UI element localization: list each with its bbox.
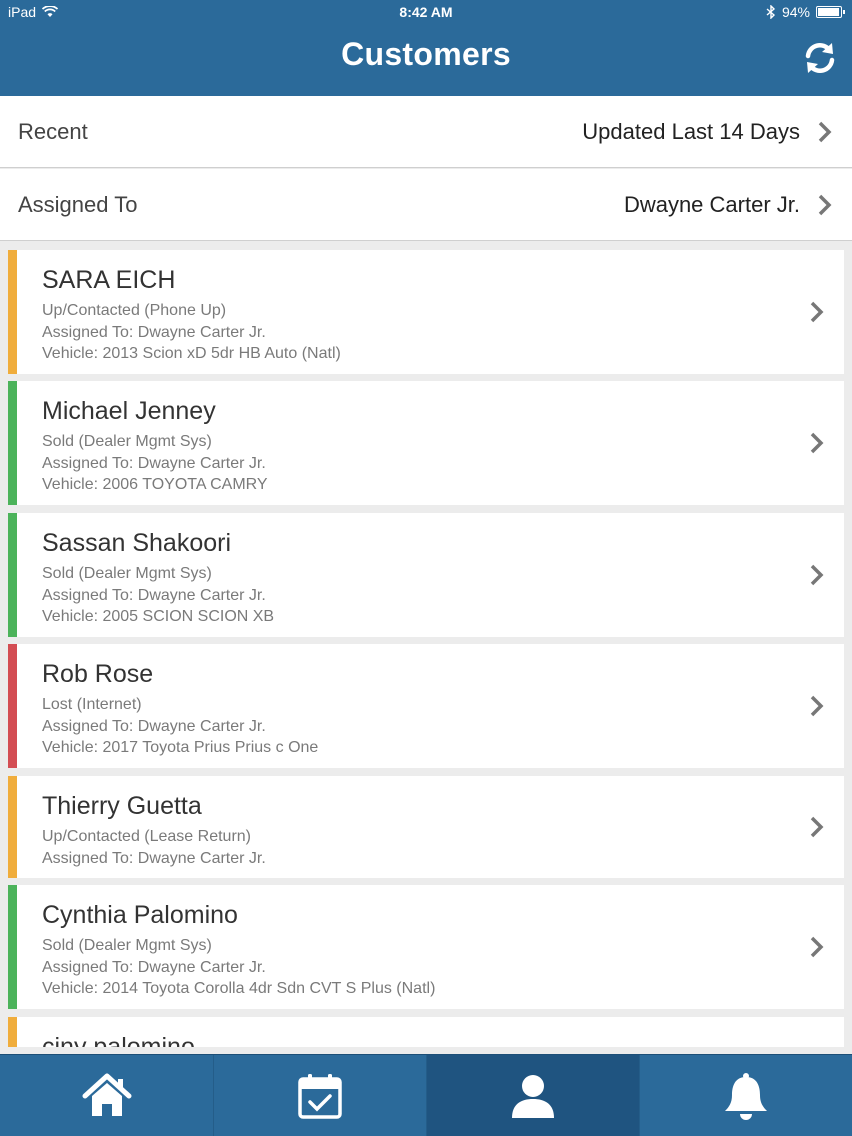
chevron-right-icon [818, 194, 832, 215]
customer-name: Rob Rose [42, 660, 154, 688]
filter-recent[interactable]: Recent Updated Last 14 Days [0, 96, 852, 168]
customer-assigned: Assigned To: Dwayne Carter Jr. [42, 718, 266, 735]
customer-card[interactable]: Michael Jenney Sold (Dealer Mgmt Sys) As… [8, 381, 844, 505]
customer-card[interactable]: Thierry Guetta Up/Contacted (Lease Retur… [8, 776, 844, 878]
status-color-bar [8, 885, 17, 1009]
tab-notifications[interactable] [639, 1055, 852, 1136]
page-title: Customers [341, 36, 511, 72]
customer-card[interactable]: Cynthia Palomino Sold (Dealer Mgmt Sys) … [8, 885, 844, 1009]
status-color-bar [8, 250, 17, 374]
tab-calendar[interactable] [213, 1055, 426, 1136]
battery-percent: 94% [781, 4, 810, 20]
customer-assigned: Assigned To: Dwayne Carter Jr. [42, 850, 266, 867]
filter-value: Dwayne Carter Jr. [623, 191, 800, 217]
chevron-right-icon [810, 301, 824, 323]
chevron-right-icon [810, 564, 824, 586]
status-time: 8:42 AM [399, 4, 453, 20]
filter-label: Assigned To [18, 191, 138, 217]
filter-value: Updated Last 14 Days [582, 118, 800, 144]
filter-assigned-to[interactable]: Assigned To Dwayne Carter Jr. [0, 169, 852, 241]
bell-icon [725, 1073, 767, 1120]
battery-icon [816, 6, 845, 18]
customer-assigned: Assigned To: Dwayne Carter Jr. [42, 324, 266, 341]
customer-status: Sold (Dealer Mgmt Sys) [42, 433, 212, 450]
chevron-right-icon [810, 432, 824, 454]
customer-assigned: Assigned To: Dwayne Carter Jr. [42, 587, 266, 604]
customer-name: Cynthia Palomino [42, 901, 238, 929]
chevron-right-icon [810, 695, 824, 717]
customer-name: Thierry Guetta [42, 792, 202, 820]
customer-vehicle: Vehicle: 2005 SCION SCION XB [42, 608, 275, 625]
customer-assigned: Assigned To: Dwayne Carter Jr. [42, 959, 266, 976]
battery-fill [818, 8, 839, 16]
tab-bar [0, 1054, 852, 1136]
chevron-right-icon [810, 816, 824, 838]
customer-name: Michael Jenney [42, 397, 216, 425]
filter-label: Recent [18, 118, 88, 144]
status-color-bar [8, 513, 17, 637]
customer-status: Sold (Dealer Mgmt Sys) [42, 565, 212, 582]
status-color-bar [8, 644, 17, 768]
tab-customers[interactable] [426, 1055, 639, 1136]
tab-home[interactable] [0, 1055, 213, 1136]
customer-name: SARA EICH [42, 266, 176, 294]
refresh-icon[interactable] [802, 40, 838, 76]
customer-list[interactable]: SARA EICH Up/Contacted (Phone Up) Assign… [0, 242, 852, 1047]
app-header: iPad 8:42 AM 94% Customers [0, 0, 852, 96]
bluetooth-icon [766, 5, 775, 19]
customer-vehicle: Vehicle: 2013 Scion xD 5dr HB Auto (Natl… [42, 345, 341, 362]
customer-vehicle: Vehicle: 2017 Toyota Prius Prius c One [42, 739, 319, 756]
chevron-right-icon [818, 121, 832, 142]
customer-card[interactable]: Rob Rose Lost (Internet) Assigned To: Dw… [8, 644, 844, 768]
customer-status: Sold (Dealer Mgmt Sys) [42, 937, 212, 954]
status-color-bar [8, 776, 17, 878]
person-icon [512, 1075, 554, 1118]
chevron-right-icon [810, 936, 824, 958]
status-color-bar [8, 381, 17, 505]
customer-status: Up/Contacted (Phone Up) [42, 302, 227, 319]
customer-assigned: Assigned To: Dwayne Carter Jr. [42, 455, 266, 472]
customer-card[interactable]: Sassan Shakoori Sold (Dealer Mgmt Sys) A… [8, 513, 844, 637]
customer-name: ciny palomino [42, 1033, 195, 1047]
customer-card[interactable]: SARA EICH Up/Contacted (Phone Up) Assign… [8, 250, 844, 374]
status-color-bar [8, 1017, 17, 1047]
customer-vehicle: Vehicle: 2014 Toyota Corolla 4dr Sdn CVT… [42, 980, 436, 997]
customer-name: Sassan Shakoori [42, 529, 232, 557]
status-bar: iPad 8:42 AM 94% [0, 0, 852, 24]
customer-vehicle: Vehicle: 2006 TOYOTA CAMRY [42, 476, 268, 493]
calendar-icon [298, 1074, 342, 1119]
customer-card[interactable]: ciny palomino [8, 1017, 844, 1047]
home-icon [82, 1073, 131, 1116]
customer-status: Lost (Internet) [42, 696, 142, 713]
customer-status: Up/Contacted (Lease Return) [42, 828, 251, 845]
